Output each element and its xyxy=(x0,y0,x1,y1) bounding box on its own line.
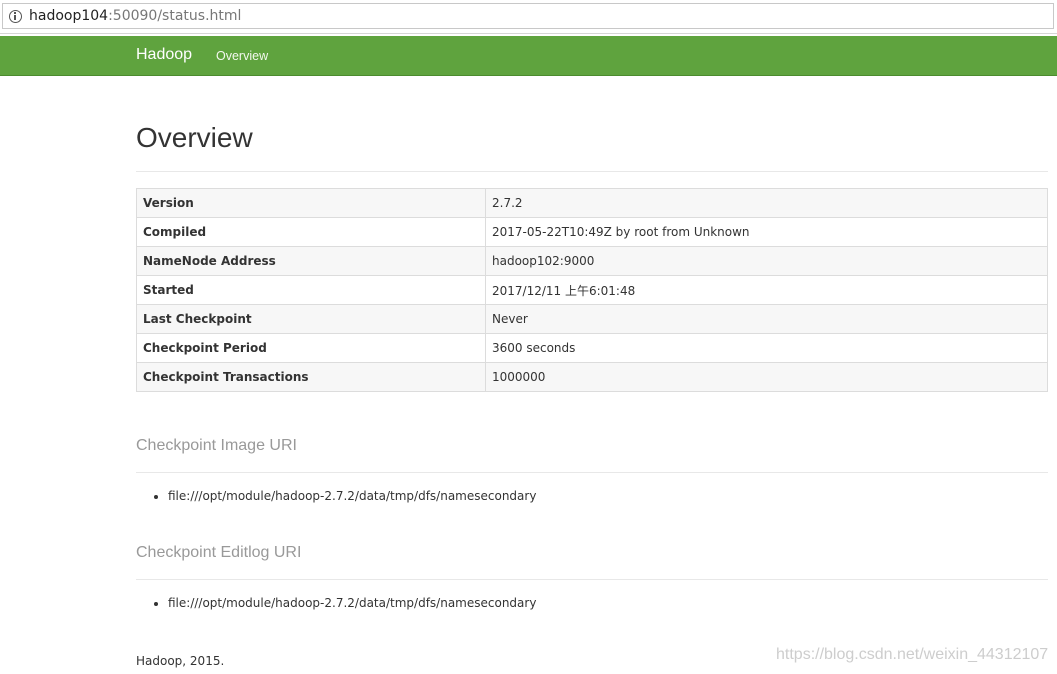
row-value: hadoop102:9000 xyxy=(485,246,1048,276)
row-key: Checkpoint Transactions xyxy=(136,362,486,392)
page-title: Overview xyxy=(136,122,253,153)
table-row: Last Checkpoint Never xyxy=(136,304,1048,334)
url-field[interactable]: hadoop104:50090/status.html xyxy=(2,3,1054,29)
table-row: Checkpoint Period 3600 seconds xyxy=(136,333,1048,363)
footer-text: Hadoop, 2015. xyxy=(136,654,225,668)
table-row: Started 2017/12/11 上午6:01:48 xyxy=(136,275,1048,305)
section-title-image-uri: Checkpoint Image URI xyxy=(136,437,297,454)
row-key: Compiled xyxy=(136,217,486,247)
table-row: NameNode Address hadoop102:9000 xyxy=(136,246,1048,276)
url-host: hadoop104 xyxy=(29,8,109,24)
row-value: 3600 seconds xyxy=(485,333,1048,363)
table-row: Compiled 2017-05-22T10:49Z by root from … xyxy=(136,217,1048,247)
row-value: 1000000 xyxy=(485,362,1048,392)
top-navbar: Hadoop Overview xyxy=(0,36,1057,76)
editlog-uri-list: file:///opt/module/hadoop-2.7.2/data/tmp… xyxy=(136,596,536,610)
info-icon[interactable] xyxy=(9,9,22,23)
list-item: file:///opt/module/hadoop-2.7.2/data/tmp… xyxy=(168,596,536,610)
nav-overview-link[interactable]: Overview xyxy=(216,49,268,63)
table-row: Version 2.7.2 xyxy=(136,188,1048,218)
list-item: file:///opt/module/hadoop-2.7.2/data/tmp… xyxy=(168,489,536,503)
watermark-text: https://blog.csdn.net/weixin_44312107 xyxy=(776,646,1049,663)
row-key: Version xyxy=(136,188,486,218)
image-uri-list: file:///opt/module/hadoop-2.7.2/data/tmp… xyxy=(136,489,536,503)
row-value: 2017/12/11 上午6:01:48 xyxy=(485,275,1048,305)
row-value: 2017-05-22T10:49Z by root from Unknown xyxy=(485,217,1048,247)
row-key: Last Checkpoint xyxy=(136,304,486,334)
table-row: Checkpoint Transactions 1000000 xyxy=(136,362,1048,392)
url-path: :50090/status.html xyxy=(108,8,242,24)
row-value: 2.7.2 xyxy=(485,188,1048,218)
browser-address-bar: hadoop104:50090/status.html xyxy=(0,0,1057,34)
brand-link[interactable]: Hadoop xyxy=(136,46,192,64)
section-divider xyxy=(136,472,1048,473)
row-key: NameNode Address xyxy=(136,246,486,276)
overview-table: Version 2.7.2 Compiled 2017-05-22T10:49Z… xyxy=(136,188,1048,392)
row-value: Never xyxy=(485,304,1048,334)
title-divider xyxy=(136,171,1048,172)
row-key: Checkpoint Period xyxy=(136,333,486,363)
row-key: Started xyxy=(136,275,486,305)
section-divider xyxy=(136,579,1048,580)
section-title-editlog-uri: Checkpoint Editlog URI xyxy=(136,544,302,561)
